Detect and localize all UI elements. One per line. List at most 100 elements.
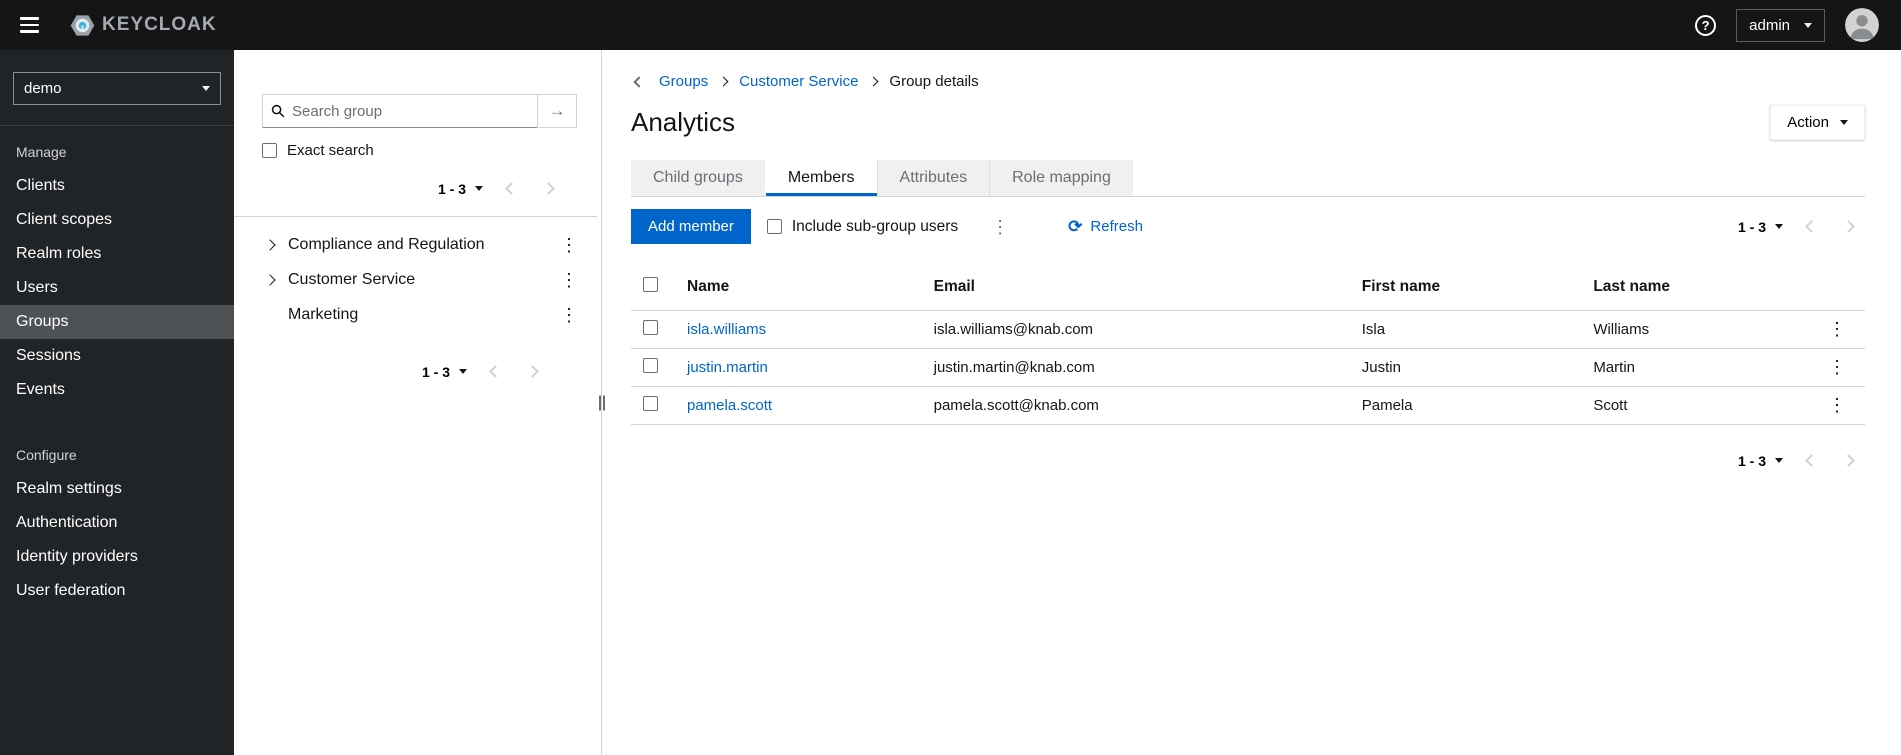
pagination-range-dropdown[interactable]: 1 - 3 <box>1730 215 1791 239</box>
chevron-right-icon <box>1842 220 1855 233</box>
members-table: Name Email First name Last name isla.wil… <box>631 264 1865 425</box>
breadcrumb-item[interactable]: Groups <box>659 73 708 90</box>
toolbar-kebab-icon[interactable]: ⋮ <box>984 218 1016 236</box>
row-checkbox[interactable] <box>643 358 658 373</box>
tab[interactable]: Child groups <box>631 160 765 196</box>
member-first-name: Isla <box>1349 310 1582 349</box>
back-chevron-icon[interactable] <box>631 72 647 91</box>
table-row: isla.williams isla.williams@knab.com Isl… <box>631 310 1865 349</box>
pagination-range-dropdown[interactable]: 1 - 3 <box>1730 449 1791 473</box>
nav-item-label: Authentication <box>16 514 118 531</box>
member-first-name: Justin <box>1349 348 1582 387</box>
keycloak-logo: KEYCLOAK <box>69 12 217 39</box>
members-pagination-top: 1 - 3 <box>1730 213 1865 240</box>
expand-chevron-icon[interactable] <box>264 270 276 289</box>
sidebar-nav-item[interactable]: Client scopes <box>0 203 234 237</box>
groups-tree: Compliance and Regulation ⋮ Customer Ser… <box>234 217 597 332</box>
chevron-down-icon <box>1840 120 1848 125</box>
sidebar: demo Manage Clients Client scopes Realm … <box>0 50 234 755</box>
user-menu-dropdown[interactable]: admin <box>1736 8 1825 42</box>
sidebar-nav-item[interactable]: Realm roles <box>0 237 234 271</box>
breadcrumb-item[interactable]: Group details <box>889 73 978 90</box>
row-checkbox[interactable] <box>643 396 658 411</box>
sidebar-nav-item[interactable]: Users <box>0 271 234 305</box>
kebab-menu-icon[interactable]: ⋮ <box>553 271 585 289</box>
realm-selector[interactable]: demo <box>13 72 221 105</box>
next-page-button[interactable] <box>1832 447 1865 474</box>
sidebar-nav-item[interactable]: Realm settings <box>0 472 234 506</box>
select-all-checkbox[interactable] <box>643 277 658 292</box>
expand-chevron-icon[interactable] <box>264 235 276 254</box>
chevron-down-icon <box>459 369 467 374</box>
next-page-button[interactable] <box>516 358 549 385</box>
sidebar-nav-item[interactable]: User federation <box>0 574 234 608</box>
group-name-link[interactable]: Customer Service <box>288 271 541 289</box>
chevron-right-icon <box>542 182 555 195</box>
exact-search-checkbox[interactable] <box>262 143 277 158</box>
refresh-label: Refresh <box>1090 218 1143 235</box>
refresh-button[interactable]: ⟳ Refresh <box>1068 218 1143 235</box>
avatar[interactable] <box>1845 8 1879 42</box>
hamburger-menu-button[interactable] <box>14 11 45 39</box>
tab[interactable]: Attributes <box>876 160 990 196</box>
group-search-field <box>262 94 538 128</box>
next-page-button[interactable] <box>1832 213 1865 240</box>
group-name-link[interactable]: Compliance and Regulation <box>288 236 541 254</box>
group-search: → <box>262 94 577 128</box>
previous-page-button[interactable] <box>479 358 512 385</box>
member-username-link[interactable]: justin.martin <box>687 359 768 376</box>
nav-item-label: Sessions <box>16 347 81 364</box>
previous-page-button[interactable] <box>1795 447 1828 474</box>
previous-page-button[interactable] <box>495 175 528 202</box>
action-dropdown-button[interactable]: Action <box>1770 105 1865 140</box>
next-page-button[interactable] <box>532 175 565 202</box>
member-email: justin.martin@knab.com <box>921 348 1350 387</box>
kebab-menu-icon[interactable]: ⋮ <box>553 236 585 254</box>
row-checkbox[interactable] <box>643 320 658 335</box>
help-icon[interactable]: ? <box>1695 14 1717 36</box>
nav-list: Clients Client scopes Realm roles Users <box>0 169 234 407</box>
row-kebab-icon[interactable]: ⋮ <box>1821 320 1853 338</box>
group-name-link[interactable]: Marketing <box>288 306 541 324</box>
masthead: KEYCLOAK ? admin <box>0 0 1901 50</box>
kebab-menu-icon[interactable]: ⋮ <box>553 306 585 324</box>
table-row: pamela.scott pamela.scott@knab.com Pamel… <box>631 386 1865 425</box>
sidebar-nav-item[interactable]: Sessions <box>0 339 234 373</box>
add-member-button[interactable]: Add member <box>631 209 751 244</box>
group-search-input[interactable] <box>292 102 529 120</box>
sidebar-nav-item[interactable]: Authentication <box>0 506 234 540</box>
row-kebab-icon[interactable]: ⋮ <box>1821 396 1853 414</box>
nav-item-label: Client scopes <box>16 211 113 228</box>
search-submit-button[interactable]: → <box>537 94 577 128</box>
search-icon <box>271 104 285 118</box>
tab-label: Role mapping <box>1012 169 1111 186</box>
tab[interactable]: Members <box>764 160 877 196</box>
previous-page-button[interactable] <box>1795 213 1828 240</box>
tab[interactable]: Role mapping <box>989 160 1133 196</box>
column-header-email: Email <box>921 264 1350 311</box>
nav-item-label: Clients <box>16 177 65 194</box>
pagination-range-dropdown[interactable]: 1 - 3 <box>414 360 475 384</box>
pagination-range: 1 - 3 <box>1737 452 1766 469</box>
breadcrumb-item[interactable]: Customer Service <box>739 73 858 90</box>
hamburger-icon <box>20 17 39 20</box>
member-last-name: Williams <box>1581 310 1809 349</box>
member-username-link[interactable]: isla.williams <box>687 321 766 338</box>
main-content: Groups Customer Service Group details An… <box>607 50 1901 755</box>
member-username-link[interactable]: pamela.scott <box>687 397 772 414</box>
pagination-range-dropdown[interactable]: 1 - 3 <box>430 177 491 201</box>
panel-resize-handle[interactable] <box>597 50 607 755</box>
groups-panel: → Exact search 1 - 3 <box>234 50 597 755</box>
sidebar-nav-item[interactable]: Clients <box>0 169 234 203</box>
sidebar-nav-item[interactable]: Events <box>0 373 234 407</box>
column-header-first-name: First name <box>1349 264 1582 311</box>
groups-pagination-top: 1 - 3 <box>262 175 577 202</box>
nav-item-label: User federation <box>16 582 126 599</box>
include-subgroups-checkbox[interactable] <box>766 219 782 234</box>
tab-label: Members <box>787 169 855 186</box>
sidebar-nav-item[interactable]: Identity providers <box>0 540 234 574</box>
sidebar-nav-item[interactable]: Groups <box>0 305 234 339</box>
row-kebab-icon[interactable]: ⋮ <box>1821 358 1853 376</box>
username-label: admin <box>1749 16 1790 34</box>
chevron-down-icon <box>1775 458 1783 463</box>
